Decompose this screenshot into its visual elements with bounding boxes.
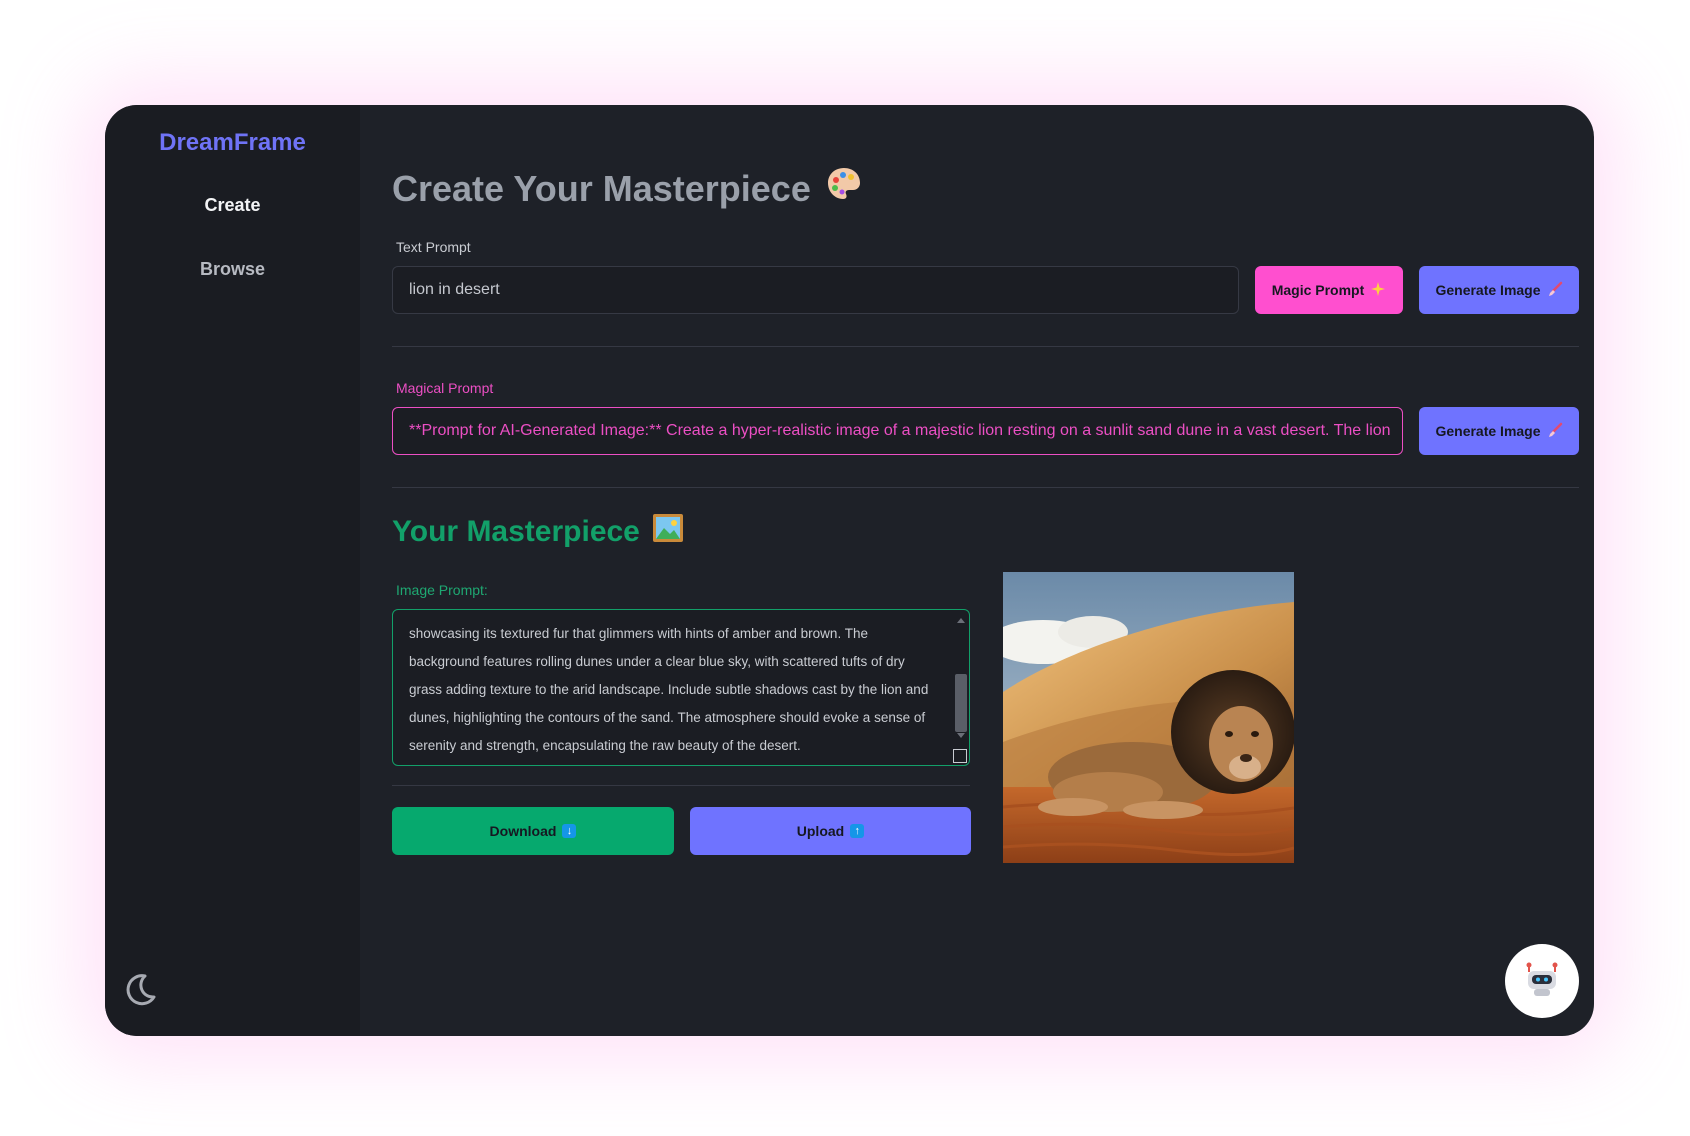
page-title: Create Your Masterpiece — [392, 165, 863, 212]
sidebar: DreamFrame Create Browse — [105, 105, 360, 1036]
divider — [392, 785, 970, 786]
scroll-down-arrow-icon[interactable] — [957, 733, 965, 738]
sidebar-item-create[interactable]: Create — [105, 195, 360, 216]
paintbrush-icon — [1547, 281, 1563, 300]
moon-icon[interactable] — [121, 970, 159, 1008]
generate-image-from-magic-button[interactable]: Generate Image — [1419, 407, 1579, 455]
generated-image[interactable] — [1003, 572, 1294, 863]
sparkles-icon — [1370, 281, 1386, 300]
magical-prompt-label: Magical Prompt — [396, 380, 494, 396]
generate-image-button[interactable]: Generate Image — [1419, 266, 1579, 314]
up-arrow-icon: ↑ — [850, 824, 865, 838]
divider — [392, 487, 1579, 488]
upload-button[interactable]: Upload ↑ — [690, 807, 971, 855]
text-prompt-input[interactable]: lion in desert — [392, 266, 1239, 314]
magic-prompt-button[interactable]: Magic Prompt — [1255, 266, 1403, 314]
app-window: DreamFrame Create Browse Create Your Mas… — [105, 105, 1594, 1036]
resize-handle[interactable] — [953, 749, 967, 763]
result-title-text: Your Masterpiece — [392, 515, 640, 548]
text-prompt-label: Text Prompt — [396, 239, 471, 255]
palette-emoji-icon — [825, 165, 863, 212]
brand-logo[interactable]: DreamFrame — [105, 129, 360, 157]
generate-image-label: Generate Image — [1435, 423, 1541, 439]
paintbrush-icon — [1547, 422, 1563, 441]
result-title: Your Masterpiece — [392, 512, 684, 552]
magical-prompt-input[interactable]: **Prompt for AI-Generated Image:** Creat… — [392, 407, 1403, 455]
divider — [392, 346, 1579, 347]
download-label: Download — [489, 823, 557, 839]
generate-image-label: Generate Image — [1435, 282, 1541, 298]
scroll-up-arrow-icon[interactable] — [957, 618, 965, 623]
image-prompt-label: Image Prompt: — [396, 582, 488, 598]
down-arrow-icon: ↓ — [562, 824, 577, 838]
page-title-text: Create Your Masterpiece — [392, 167, 811, 209]
chat-assistant-button[interactable] — [1505, 944, 1579, 1018]
scrollbar-thumb[interactable] — [955, 674, 967, 732]
text-prompt-value: lion in desert — [409, 281, 500, 298]
robot-icon — [1523, 960, 1561, 1003]
framed-picture-emoji-icon — [652, 512, 684, 552]
scrollbar[interactable] — [955, 614, 967, 742]
upload-label: Upload — [796, 823, 845, 839]
image-prompt-text: showcasing its textured fur that glimmer… — [409, 626, 929, 753]
magical-prompt-value: **Prompt for AI-Generated Image:** Creat… — [409, 422, 1391, 439]
image-prompt-textarea[interactable]: showcasing its textured fur that glimmer… — [392, 609, 970, 766]
main-content: Create Your Masterpiece Text Prompt lion… — [392, 105, 1579, 1036]
sidebar-item-browse[interactable]: Browse — [105, 259, 360, 280]
download-button[interactable]: Download ↓ — [392, 807, 674, 855]
magic-prompt-label: Magic Prompt — [1271, 282, 1365, 298]
